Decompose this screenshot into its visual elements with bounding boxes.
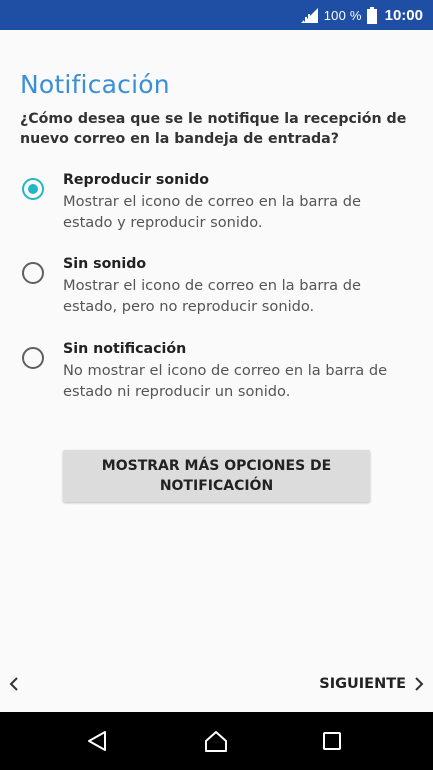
option-label: Sin notificación: [63, 341, 187, 357]
page-title: Notificación: [20, 70, 170, 99]
email-notification-setup-screen: 100 % 10:00 Notificación ¿Cómo desea que…: [0, 0, 433, 770]
battery-icon: [366, 6, 377, 24]
radio-no-notification[interactable]: [22, 347, 44, 369]
option-no-notification[interactable]: Sin notificación No mostrar el icono de …: [20, 341, 420, 413]
next-button[interactable]: SIGUIENTE: [319, 672, 425, 696]
recents-icon: [323, 732, 341, 750]
next-button-label: SIGUIENTE: [319, 676, 406, 692]
option-play-sound[interactable]: Reproducir sonido Mostrar el icono de co…: [20, 172, 420, 244]
option-description: Mostrar el icono de correo en la barra d…: [63, 193, 362, 231]
option-no-sound[interactable]: Sin sonido Mostrar el icono de correo en…: [20, 256, 420, 328]
notification-question: ¿Cómo desea que se le notifique la recep…: [20, 111, 407, 147]
more-notification-options-button[interactable]: MOSTRAR MÁS OPCIONES DE NOTIFICACIÓN: [63, 450, 370, 502]
home-icon: [205, 731, 227, 752]
system-nav-bar: [0, 712, 433, 770]
battery-percent: 100 %: [323, 7, 362, 23]
radio-no-sound[interactable]: [22, 262, 44, 284]
nav-recents-button[interactable]: [302, 712, 362, 770]
signal-icon: [300, 8, 318, 23]
radio-play-sound[interactable]: [22, 178, 44, 200]
option-label: Reproducir sonido: [63, 172, 209, 188]
status-indicators: 100 % 10:00: [300, 0, 423, 30]
option-description: No mostrar el icono de correo en la barr…: [63, 362, 388, 400]
nav-home-button[interactable]: [186, 712, 246, 770]
status-bar: 100 % 10:00: [0, 0, 433, 30]
back-triangle-icon: [88, 731, 106, 751]
chevron-right-icon: [415, 677, 424, 691]
option-label: Sin sonido: [63, 256, 147, 272]
clock: 10:00: [384, 6, 423, 24]
chevron-left-icon[interactable]: [7, 675, 21, 693]
nav-back-button[interactable]: [67, 712, 127, 770]
option-description: Mostrar el icono de correo en la barra d…: [63, 277, 362, 315]
